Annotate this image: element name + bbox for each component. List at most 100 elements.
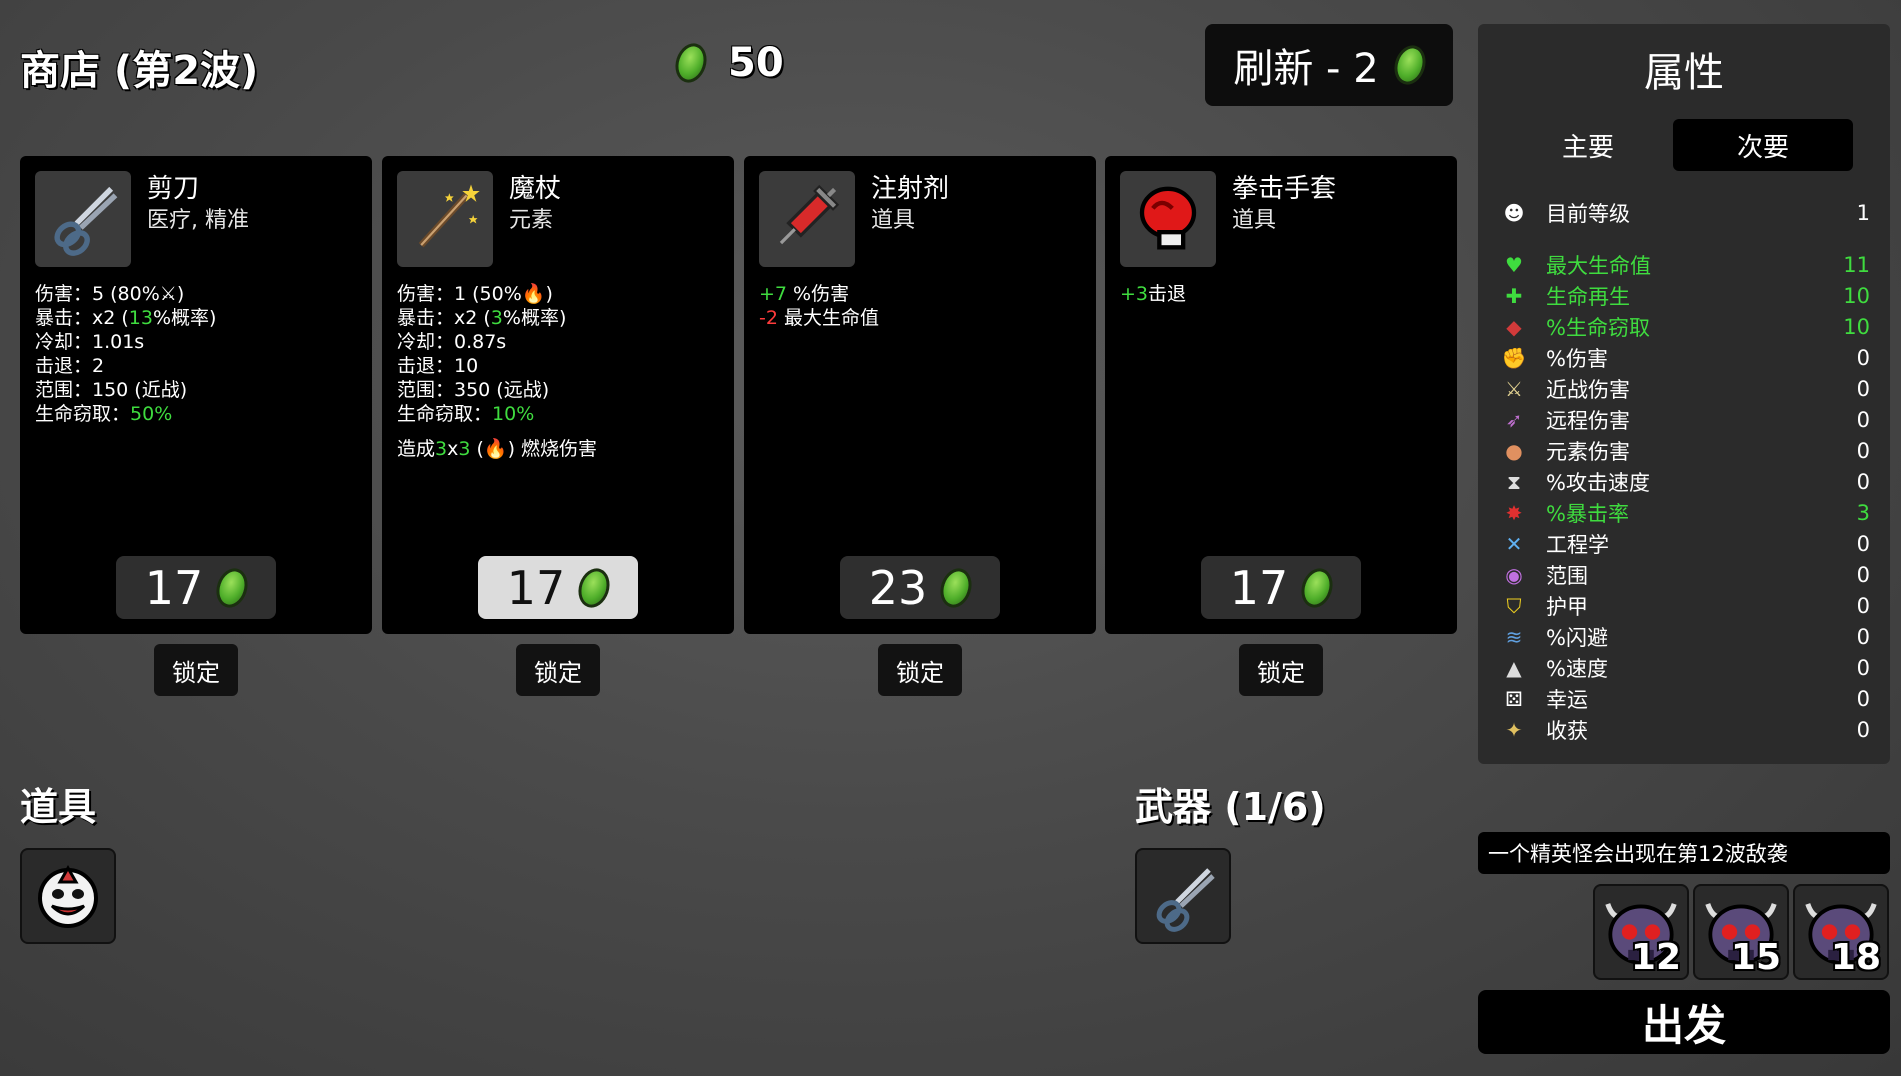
tab-secondary[interactable]: 次要 <box>1673 119 1853 171</box>
stat-label: 工程学 <box>1546 533 1609 557</box>
material-gem-icon <box>670 39 712 87</box>
stat-row: ▲ %速度 0 <box>1500 653 1870 683</box>
stat-row: ✦ 收获 0 <box>1500 715 1870 745</box>
lock-button[interactable]: 锁定 <box>878 644 962 696</box>
stat-row: ⚄ 幸运 0 <box>1500 684 1870 714</box>
shop-card[interactable]: 拳击手套 道具 +3击退 17 <box>1105 156 1457 634</box>
stat-row: ✚ 生命再生 10 <box>1500 281 1870 311</box>
effect-text: ) 燃烧伤害 <box>507 438 598 460</box>
stat-value: 0 <box>1856 563 1870 587</box>
buy-button[interactable]: 17 <box>478 556 638 619</box>
stat-label: 目前等级 <box>1546 202 1630 226</box>
stat-label: %暴击率 <box>1546 502 1629 526</box>
go-button[interactable]: 出发 <box>1478 990 1890 1054</box>
lock-button[interactable]: 锁定 <box>1239 644 1323 696</box>
material-gem-icon <box>935 563 977 612</box>
stat-line: 生命窃取：10% <box>397 402 566 426</box>
item-icon-box <box>397 171 493 267</box>
stat-label: %伤害 <box>1546 347 1608 371</box>
item-slot[interactable] <box>20 848 116 944</box>
shop-card[interactable]: 剪刀 医疗, 精准 伤害：5 (80%⚔) 暴击：x2 (13%概率) 冷却：1.01s… <box>20 156 372 634</box>
stat-label: 护甲 <box>1546 595 1588 619</box>
item-icon-box <box>1120 171 1216 267</box>
effect-text: 🔥 <box>483 438 508 460</box>
stat-label: 最大生命值 <box>1546 254 1651 278</box>
stat-label: 幸运 <box>1546 688 1588 712</box>
stat-text: +3 <box>1120 283 1149 305</box>
buy-button[interactable]: 23 <box>840 556 1000 619</box>
stat-icon: ⛉ <box>1506 594 1522 618</box>
stat-text: %伤害 <box>787 283 850 305</box>
stat-text: 冷却：0.87s <box>397 331 507 353</box>
items-section-title: 道具 <box>20 785 97 829</box>
stat-icon: ⚔ <box>1505 377 1523 401</box>
stat-line: 生命窃取：50% <box>35 402 216 426</box>
stat-row: ⛉ 护甲 0 <box>1500 591 1871 621</box>
stats-panel: 属性 主要 次要 ☻ 目前等级 1 ♥ 最大生命值 11 ✚ 生命再生 10 ◆ %生命窃取 1… <box>1478 24 1890 764</box>
stat-icon: ▲ <box>1506 656 1522 680</box>
stat-value: 0 <box>1856 687 1870 711</box>
stat-row: ◆ %生命窃取 10 <box>1500 312 1870 342</box>
stat-value: 10 <box>1843 315 1870 339</box>
stat-icon: ➶ <box>1505 408 1523 432</box>
stat-text: ⚔ <box>159 283 177 305</box>
stat-text: 暴击：x2 ( <box>397 307 491 329</box>
stat-icon: ♥ <box>1505 253 1523 277</box>
stat-text: 50% <box>130 403 173 425</box>
stat-icon: ✕ <box>1505 532 1523 556</box>
refresh-button[interactable]: 刷新 - 2 <box>1205 24 1453 106</box>
lock-button[interactable]: 锁定 <box>516 644 600 696</box>
stat-label: %生命窃取 <box>1546 316 1650 340</box>
stat-text: ) <box>176 283 185 305</box>
stat-row: ● 元素伤害 0 <box>1500 436 1870 466</box>
wave-number: 12 <box>1630 937 1681 978</box>
stat-text: 击退：10 <box>397 355 479 377</box>
stat-icon: ◉ <box>1505 563 1523 587</box>
stats-title: 属性 <box>1644 50 1724 96</box>
stat-value: 0 <box>1856 594 1870 618</box>
item-icon-box <box>759 171 855 267</box>
item-icon-box <box>35 171 131 267</box>
stat-label: 生命再生 <box>1546 285 1630 309</box>
stat-line: 暴击：x2 (3%概率) <box>397 306 566 330</box>
elite-wave-slot: 15 <box>1693 884 1789 980</box>
item-name: 剪刀 <box>147 174 200 204</box>
wave-number: 15 <box>1730 937 1781 978</box>
stat-icon: ✸ <box>1505 501 1523 525</box>
buy-button[interactable]: 17 <box>1201 556 1361 619</box>
effect-text: 3 <box>458 438 471 460</box>
stat-text: ) <box>545 283 553 305</box>
stat-text: 生命窃取： <box>35 403 131 425</box>
tab-main[interactable]: 主要 <box>1498 119 1678 171</box>
stat-line: -2 最大生命值 <box>759 306 879 330</box>
stat-value: 1 <box>1856 201 1870 225</box>
buy-button[interactable]: 17 <box>116 556 276 619</box>
stat-row: ≋ %闪避 0 <box>1500 622 1870 652</box>
stat-text: -2 <box>759 307 778 329</box>
item-stats: +7 %伤害 -2 最大生命值 <box>759 282 879 330</box>
stat-row: ♥ 最大生命值 11 <box>1500 250 1870 280</box>
stat-row: ➶ 远程伤害 0 <box>1500 405 1870 435</box>
shop-card[interactable]: 魔杖 元素 伤害：1 (50%🔥) 暴击：x2 (3%概率) 冷却：0.87s 击退：10… <box>382 156 734 634</box>
stat-icon: ✚ <box>1505 284 1523 308</box>
material-gem-icon <box>1389 41 1431 89</box>
item-stats: 伤害：1 (50%🔥) 暴击：x2 (3%概率) 冷却：0.87s 击退：10 范围：3… <box>397 282 566 426</box>
scissors-icon <box>1156 868 1215 932</box>
price-value: 17 <box>144 560 204 615</box>
stat-value: 0 <box>1856 439 1870 463</box>
stat-text: %概率) <box>502 307 567 329</box>
lock-button[interactable]: 锁定 <box>154 644 238 696</box>
stat-line: 击退：2 <box>35 354 216 378</box>
stat-icon: ✦ <box>1505 718 1523 742</box>
stat-row: ⧗ %攻击速度 0 <box>1500 467 1870 497</box>
materials-count: 50 <box>728 40 784 86</box>
stat-line: 范围：150 (近战) <box>35 378 216 402</box>
weapon-slot[interactable] <box>1135 848 1231 944</box>
stat-line: 暴击：x2 (13%概率) <box>35 306 216 330</box>
refresh-label: 刷新 - 2 <box>1233 46 1379 92</box>
stat-value: 0 <box>1856 718 1870 742</box>
stat-label: %闪避 <box>1546 626 1608 650</box>
stat-icon: ≋ <box>1505 625 1523 649</box>
stat-line: +3击退 <box>1120 282 1186 306</box>
shop-card[interactable]: 注射剂 道具 +7 %伤害 -2 最大生命值 23 <box>744 156 1096 634</box>
